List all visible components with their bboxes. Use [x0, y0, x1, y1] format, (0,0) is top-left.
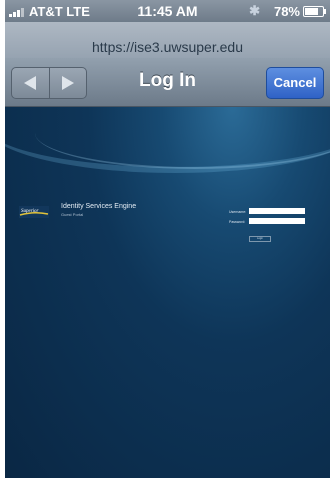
product-title: Identity Services Engine — [61, 203, 137, 210]
superior-logo: Superior — [19, 206, 49, 218]
username-field[interactable] — [249, 208, 305, 214]
battery-percent: 78% — [273, 4, 300, 19]
phone-screen: AT&T LTE 11:45 AM ✱ 78% https://ise3.uws… — [5, 0, 330, 478]
guest-portal-page: Superior Identity Services Engine Guest … — [5, 107, 330, 478]
login-button[interactable]: Login — [249, 236, 271, 242]
product-subtitle: Guest Portal — [61, 212, 84, 217]
logo-text: Superior — [21, 209, 39, 214]
bluetooth-icon: ✱ — [249, 3, 260, 18]
status-bar: AT&T LTE 11:45 AM ✱ 78% — [5, 0, 330, 22]
battery-icon — [303, 6, 326, 17]
url-text[interactable]: https://ise3.uwsuper.edu — [5, 39, 330, 55]
address-bar[interactable]: https://ise3.uwsuper.edu — [5, 22, 330, 58]
password-field[interactable] — [249, 218, 305, 224]
password-label: Password: — [229, 220, 246, 224]
username-label: Username: — [229, 210, 247, 214]
